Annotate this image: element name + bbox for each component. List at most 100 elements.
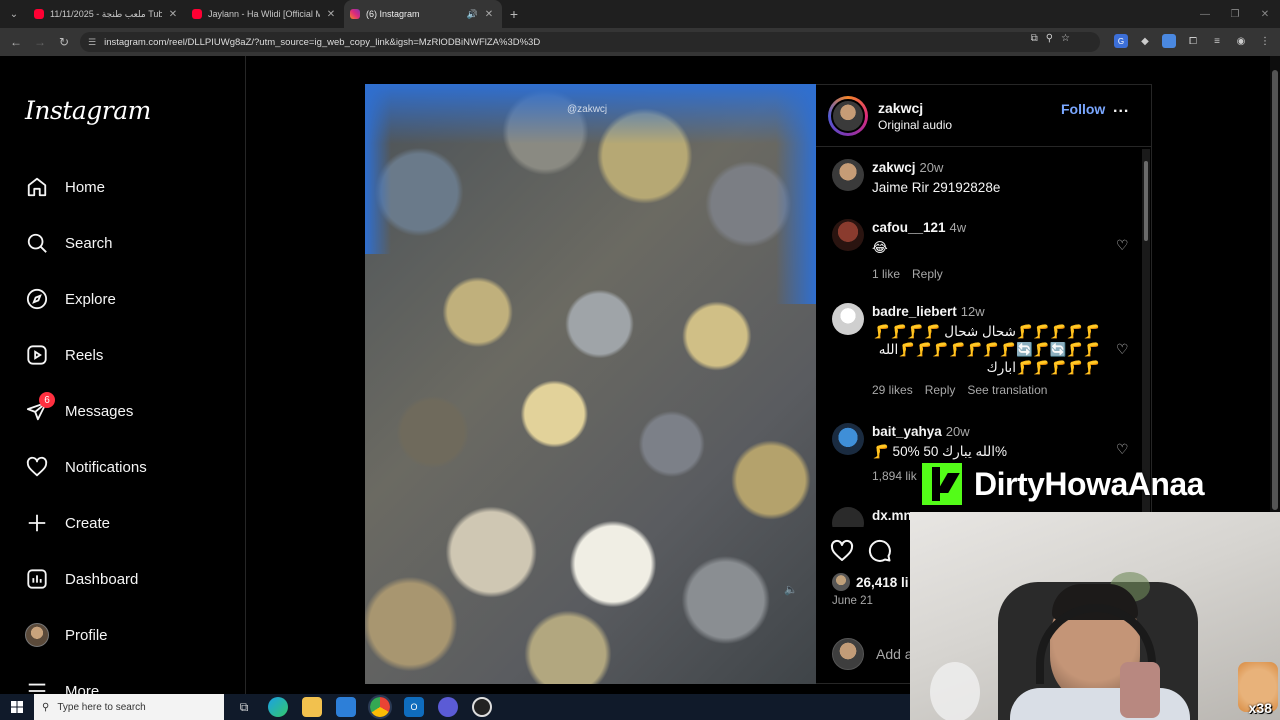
comment-time[interactable]: 20w bbox=[920, 160, 944, 175]
youtube-icon bbox=[192, 9, 202, 19]
sidebar-item-dashboard[interactable]: Dashboard bbox=[25, 564, 138, 594]
list-item: cafou__121 4w 😂 1 like Reply ♡ bbox=[832, 219, 1129, 281]
avatar[interactable] bbox=[832, 303, 864, 335]
comment-likes[interactable]: 29 likes bbox=[872, 383, 913, 397]
scrollbar-thumb[interactable] bbox=[1272, 70, 1278, 510]
reel-video[interactable]: @zakwcj 🔈 bbox=[365, 84, 816, 684]
author-avatar[interactable] bbox=[828, 95, 868, 136]
browser-tab-2[interactable]: Jaylann - Ha Wlidi [Official Mu ✕ bbox=[186, 0, 344, 28]
reading-list-icon[interactable]: ≡ bbox=[1210, 34, 1224, 48]
video-watermark: @zakwcj bbox=[567, 104, 608, 115]
obs-icon[interactable] bbox=[472, 697, 492, 717]
puzzle-icon[interactable]: ⧠ bbox=[1186, 34, 1200, 48]
minimize-button[interactable]: — bbox=[1190, 0, 1220, 28]
avatar bbox=[25, 623, 49, 647]
avatar[interactable] bbox=[832, 159, 864, 191]
close-icon[interactable]: ✕ bbox=[324, 9, 338, 20]
browser-tab-1[interactable]: ملعب طنجة - 11/11/2025 Tube ✕ bbox=[28, 0, 186, 28]
list-item: badre_liebert 12w 🦵🦵🦵🦵🦵شحال شحال 🦵🦵🦵🦵🦵🦵🔄🦵… bbox=[832, 303, 1129, 397]
sidebar-item-label: Profile bbox=[65, 626, 108, 644]
reload-button[interactable]: ↻ bbox=[52, 35, 76, 49]
close-icon[interactable]: ✕ bbox=[166, 9, 180, 20]
maximize-button[interactable]: ❐ bbox=[1220, 0, 1250, 28]
see-translation-link[interactable]: See translation bbox=[967, 383, 1047, 397]
audio-link[interactable]: Original audio bbox=[878, 118, 952, 132]
zoom-icon[interactable]: ⚲ bbox=[1046, 33, 1053, 44]
close-window-button[interactable]: ✕ bbox=[1250, 0, 1280, 28]
comment-text: 🦵 50% الله يبارك 50% bbox=[872, 444, 1008, 459]
sidebar-item-search[interactable]: Search bbox=[25, 228, 113, 258]
sidebar-item-explore[interactable]: Explore bbox=[25, 284, 116, 314]
comment-time[interactable]: 12w bbox=[961, 304, 985, 319]
forward-button[interactable]: → bbox=[28, 35, 52, 49]
tab-search-button[interactable]: ⌄ bbox=[0, 0, 28, 28]
avatar[interactable] bbox=[832, 507, 864, 527]
url-field[interactable]: ☰ instagram.com/reel/DLLPIUWg8aZ/?utm_so… bbox=[80, 32, 1100, 52]
like-heart-icon[interactable] bbox=[830, 539, 854, 569]
kebab-menu-icon[interactable]: ⋮ bbox=[1258, 34, 1272, 48]
like-comment-heart-icon[interactable]: ♡ bbox=[1116, 237, 1129, 254]
like-comment-heart-icon[interactable]: ♡ bbox=[1116, 341, 1129, 358]
extension-icon[interactable]: ◆ bbox=[1138, 34, 1152, 48]
taskbar-search-input[interactable]: ⚲ Type here to search bbox=[34, 694, 224, 720]
likes-count[interactable]: 26,418 li bbox=[856, 575, 909, 590]
comment-text: 😂 bbox=[872, 240, 888, 255]
back-button[interactable]: ← bbox=[4, 35, 28, 49]
comment-likes[interactable]: 1,894 lik bbox=[872, 469, 917, 483]
comment-username[interactable]: zakwcj bbox=[872, 160, 916, 175]
sidebar-item-reels[interactable]: Reels bbox=[25, 340, 103, 370]
taskbar-apps: ⧉ O bbox=[234, 695, 492, 719]
comment-likes[interactable]: 1 like bbox=[872, 267, 900, 281]
windows-start-icon[interactable] bbox=[0, 694, 34, 720]
more-options-icon[interactable]: ... bbox=[1113, 99, 1129, 117]
install-icon[interactable]: ⧉ bbox=[1031, 33, 1038, 44]
bookmark-star-icon[interactable]: ☆ bbox=[1061, 33, 1070, 44]
sidebar-item-create[interactable]: Create bbox=[25, 508, 110, 538]
comment-username[interactable]: badre_liebert bbox=[872, 304, 957, 319]
scrollbar-thumb[interactable] bbox=[1144, 161, 1148, 241]
comment-time[interactable]: 20w bbox=[946, 424, 970, 439]
new-tab-button[interactable]: + bbox=[502, 6, 526, 22]
avatar[interactable] bbox=[832, 423, 864, 455]
likes-summary[interactable]: 26,418 li bbox=[832, 573, 909, 591]
sidebar-item-messages[interactable]: 6 Messages bbox=[25, 392, 133, 426]
search-icon bbox=[25, 231, 49, 255]
extension-icon[interactable] bbox=[1162, 34, 1176, 48]
outlook-icon[interactable]: O bbox=[404, 697, 424, 717]
browser-tab-3[interactable]: (6) Instagram 🔊 ✕ bbox=[344, 0, 502, 28]
search-icon: ⚲ bbox=[42, 701, 50, 713]
reply-button[interactable]: Reply bbox=[925, 383, 956, 397]
app-icon[interactable] bbox=[438, 697, 458, 717]
add-comment-input[interactable]: Add a bbox=[876, 646, 913, 662]
like-comment-heart-icon[interactable]: ♡ bbox=[1116, 441, 1129, 458]
compass-icon bbox=[25, 287, 49, 311]
tab-title: Jaylann - Ha Wlidi [Official Mu bbox=[208, 9, 320, 19]
edge-icon[interactable] bbox=[268, 697, 288, 717]
mute-icon[interactable]: 🔈 bbox=[784, 583, 798, 596]
site-info-icon[interactable]: ☰ bbox=[88, 37, 96, 48]
close-icon[interactable]: ✕ bbox=[482, 9, 496, 20]
store-icon[interactable] bbox=[336, 697, 356, 717]
comment-username[interactable]: bait_yahya bbox=[872, 424, 942, 439]
comment-time[interactable]: 4w bbox=[950, 220, 967, 235]
comment-bubble-icon[interactable] bbox=[868, 539, 892, 569]
instagram-logo[interactable]: Instagram bbox=[25, 96, 151, 125]
chrome-icon[interactable] bbox=[368, 695, 392, 719]
sidebar-item-notifications[interactable]: Notifications bbox=[25, 452, 147, 482]
reply-button[interactable]: Reply bbox=[912, 267, 943, 281]
profile-icon[interactable]: ◉ bbox=[1234, 34, 1248, 48]
comment-username[interactable]: dx.mn bbox=[872, 508, 912, 523]
follow-button[interactable]: Follow bbox=[1061, 101, 1105, 117]
comment-username[interactable]: cafou__121 bbox=[872, 220, 946, 235]
author-username[interactable]: zakwcj bbox=[878, 100, 952, 116]
messenger-icon: 6 bbox=[25, 392, 55, 423]
task-view-icon[interactable]: ⧉ bbox=[234, 697, 254, 717]
post-date[interactable]: June 21 bbox=[832, 595, 873, 607]
sidebar-item-profile[interactable]: Profile bbox=[25, 620, 108, 650]
sidebar-item-home[interactable]: Home bbox=[25, 172, 105, 202]
avatar[interactable] bbox=[832, 219, 864, 251]
speaker-icon[interactable]: 🔊 bbox=[467, 9, 478, 20]
file-explorer-icon[interactable] bbox=[302, 697, 322, 717]
translate-icon[interactable]: G bbox=[1114, 34, 1128, 48]
sidebar-item-label: Explore bbox=[65, 290, 116, 308]
